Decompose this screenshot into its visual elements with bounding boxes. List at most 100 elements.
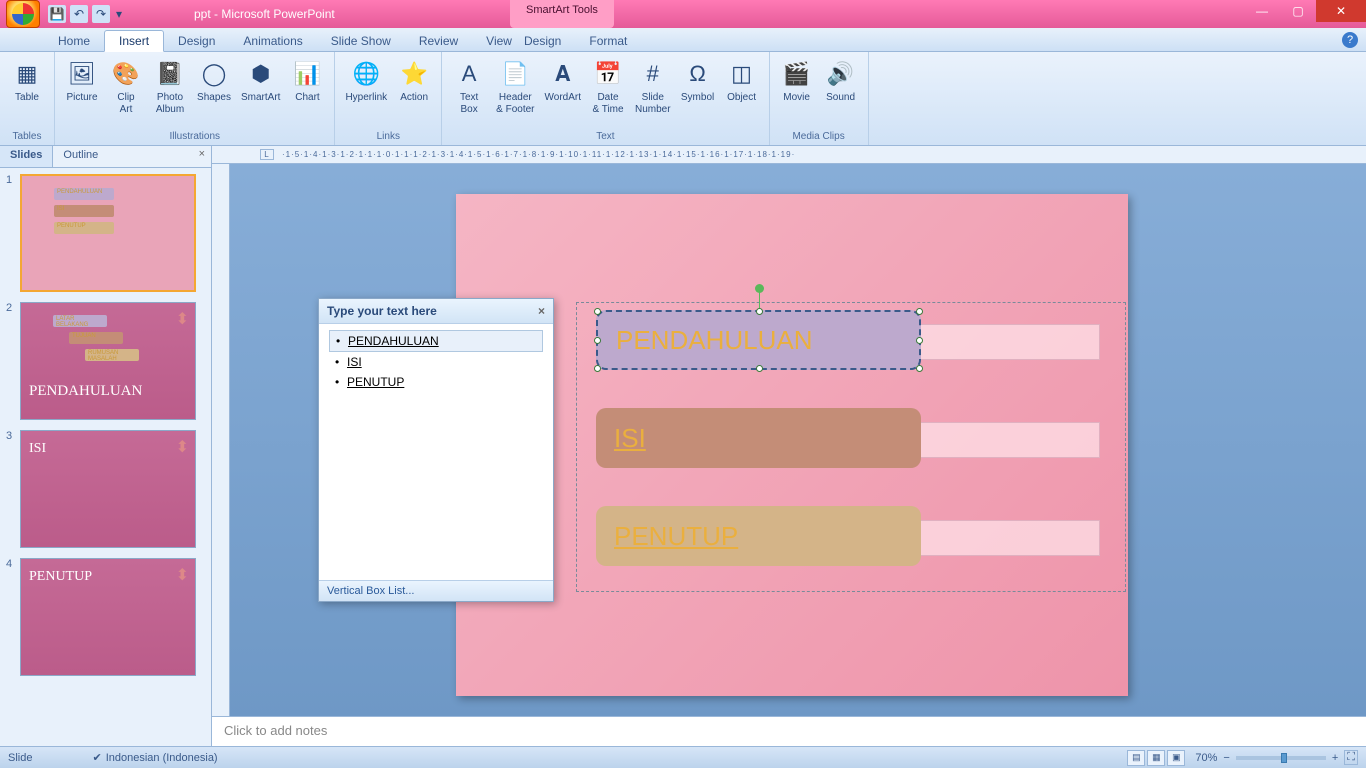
picture-icon: 🖼 xyxy=(66,58,98,90)
minimize-button[interactable]: — xyxy=(1244,0,1280,22)
text-pane-title: Type your text here xyxy=(327,304,437,318)
editor-pane: L ·1·5·1·4·1·3·1·2·1·1·1·0·1·1·1·2·1·3·1… xyxy=(212,146,1366,746)
textbox-icon: A xyxy=(453,58,485,90)
table-button[interactable]: ▦Table xyxy=(6,56,48,106)
clipart-label: ClipArt xyxy=(117,92,134,116)
sound-button[interactable]: 🔊Sound xyxy=(820,56,862,106)
date-time-label: Date& Time xyxy=(592,92,623,116)
tab-animations[interactable]: Animations xyxy=(229,31,316,51)
title-bar: 💾 ↶ ↷ ▾ ppt - Microsoft PowerPoint Smart… xyxy=(0,0,1366,28)
clipart-icon: 🎨 xyxy=(110,58,142,90)
object-label: Object xyxy=(727,92,756,104)
clipart-button[interactable]: 🎨 ClipArt xyxy=(105,56,147,118)
zoom-out-icon[interactable]: − xyxy=(1223,752,1229,764)
photo-album-button[interactable]: 📓PhotoAlbum xyxy=(149,56,191,118)
action-button[interactable]: ⭐Action xyxy=(393,56,435,106)
group-label: Text xyxy=(448,129,762,145)
group-label: Links xyxy=(341,129,435,145)
help-icon[interactable]: ? xyxy=(1342,32,1358,48)
ruler-marks: ·1·5·1·4·1·3·1·2·1·1·1·0·1·1·1·2·1·3·1·4… xyxy=(282,150,795,159)
slide-number-button[interactable]: #SlideNumber xyxy=(631,56,675,118)
qat-dropdown-icon[interactable]: ▾ xyxy=(114,5,124,23)
status-bar: Slide ✔ Indonesian (Indonesia) ▤ ▦ ▣ 70%… xyxy=(0,746,1366,768)
picture-button[interactable]: 🖼Picture xyxy=(61,56,103,106)
wordart-icon: 𝐀 xyxy=(547,58,579,90)
sorter-view-icon[interactable]: ▦ xyxy=(1147,750,1165,766)
tab-design[interactable]: Design xyxy=(164,31,229,51)
undo-icon[interactable]: ↶ xyxy=(70,5,88,23)
thumbnail-list: 1PENDAHULUANISIPENUTUP2PENDAHULUAN⬍LATAR… xyxy=(0,168,211,746)
office-button[interactable] xyxy=(6,0,40,28)
zoom-percent[interactable]: 70% xyxy=(1195,752,1217,764)
redo-icon[interactable]: ↷ xyxy=(92,5,110,23)
photo-album-label: PhotoAlbum xyxy=(156,92,184,116)
shapes-button[interactable]: ◯Shapes xyxy=(193,56,235,106)
slideshow-view-icon[interactable]: ▣ xyxy=(1167,750,1185,766)
text-pane-body[interactable]: PENDAHULUANISIPENUTUP xyxy=(319,324,553,580)
text-pane-layout-link[interactable]: Vertical Box List... xyxy=(319,580,553,601)
spellcheck-icon[interactable]: ✔ xyxy=(92,751,101,764)
symbol-button[interactable]: ΩSymbol xyxy=(677,56,719,106)
tab-sa-format[interactable]: Format xyxy=(575,31,641,51)
slide-thumbnail[interactable]: PENDAHULUAN⬍LATAR BELAKANGTUJUANRUMUSAN … xyxy=(20,302,196,420)
action-icon: ⭐ xyxy=(398,58,430,90)
smartart-button[interactable]: ⬢SmartArt xyxy=(237,56,284,106)
group-label: Illustrations xyxy=(61,129,328,145)
thumb-number: 2 xyxy=(6,302,16,420)
object-button[interactable]: ◫ Object xyxy=(721,56,763,106)
text-pane-close-icon[interactable]: × xyxy=(538,304,545,318)
chart-icon: 📊 xyxy=(291,58,323,90)
photo-album-icon: 📓 xyxy=(154,58,186,90)
chart-button[interactable]: 📊Chart xyxy=(286,56,328,106)
smartart-tools-contextual: SmartArt Tools xyxy=(510,0,614,28)
textbox-button[interactable]: ATextBox xyxy=(448,56,490,118)
thumb-number: 3 xyxy=(6,430,16,548)
text-pane-item[interactable]: PENUTUP xyxy=(329,372,543,392)
smartart-text-pane[interactable]: Type your text here × PENDAHULUANISIPENU… xyxy=(318,298,554,602)
header-footer-label: Header& Footer xyxy=(496,92,534,116)
fit-to-window-icon[interactable]: ⛶ xyxy=(1344,750,1358,765)
hyperlink-icon: 🌐 xyxy=(350,58,382,90)
slide-thumbnail[interactable]: PENDAHULUANISIPENUTUP xyxy=(20,174,196,292)
slide-thumbnail[interactable]: ISI⬍ xyxy=(20,430,196,548)
tab-review[interactable]: Review xyxy=(405,31,472,51)
smartart-box-1-text: PENDAHULUAN xyxy=(616,325,813,356)
text-pane-item[interactable]: PENDAHULUAN xyxy=(329,330,543,352)
sidepane-tab-outline[interactable]: Outline xyxy=(53,146,108,167)
date-time-button[interactable]: 📅Date& Time xyxy=(587,56,629,118)
shapes-icon: ◯ xyxy=(198,58,230,90)
tab-insert[interactable]: Insert xyxy=(104,30,164,52)
smartart-box-1[interactable]: PENDAHULUAN xyxy=(596,310,921,370)
hyperlink-button[interactable]: 🌐 Hyperlink xyxy=(341,56,391,106)
restore-button[interactable]: ▢ xyxy=(1280,0,1316,22)
table-icon: ▦ xyxy=(11,58,43,90)
object-icon: ◫ xyxy=(726,58,758,90)
header-footer-button[interactable]: 📄Header& Footer xyxy=(492,56,538,118)
slide-thumbnail[interactable]: PENUTUP⬍ xyxy=(20,558,196,676)
close-button[interactable]: ✕ xyxy=(1316,0,1366,22)
wordart-label: WordArt xyxy=(545,92,582,104)
text-pane-item[interactable]: ISI xyxy=(329,352,543,372)
notes-pane[interactable]: Click to add notes xyxy=(212,716,1366,746)
symbol-label: Symbol xyxy=(681,92,714,104)
save-icon[interactable]: 💾 xyxy=(48,5,66,23)
smartart-box-3[interactable]: PENUTUP xyxy=(596,506,921,566)
zoom-in-icon[interactable]: + xyxy=(1332,752,1338,764)
slide-stage[interactable]: tle PENDAHULUAN ISI PENUTUP xyxy=(230,164,1366,716)
tab-selector[interactable]: L xyxy=(260,149,274,160)
movie-button[interactable]: 🎬Movie xyxy=(776,56,818,106)
group-label: Tables xyxy=(6,129,48,145)
tab-slideshow[interactable]: Slide Show xyxy=(317,31,405,51)
sidepane-tab-slides[interactable]: Slides xyxy=(0,146,53,167)
tab-sa-design[interactable]: Design xyxy=(510,31,575,51)
hyperlink-label: Hyperlink xyxy=(345,92,387,104)
tab-home[interactable]: Home xyxy=(44,31,104,51)
wordart-button[interactable]: 𝐀 WordArt xyxy=(541,56,586,106)
smartart-box-3-text: PENUTUP xyxy=(614,521,738,552)
sidepane-close-icon[interactable]: × xyxy=(193,146,211,167)
smartart-box-2[interactable]: ISI xyxy=(596,408,921,468)
view-buttons: ▤ ▦ ▣ xyxy=(1127,750,1185,766)
zoom-slider[interactable] xyxy=(1236,756,1326,760)
normal-view-icon[interactable]: ▤ xyxy=(1127,750,1145,766)
status-language[interactable]: Indonesian (Indonesia) xyxy=(106,752,218,764)
